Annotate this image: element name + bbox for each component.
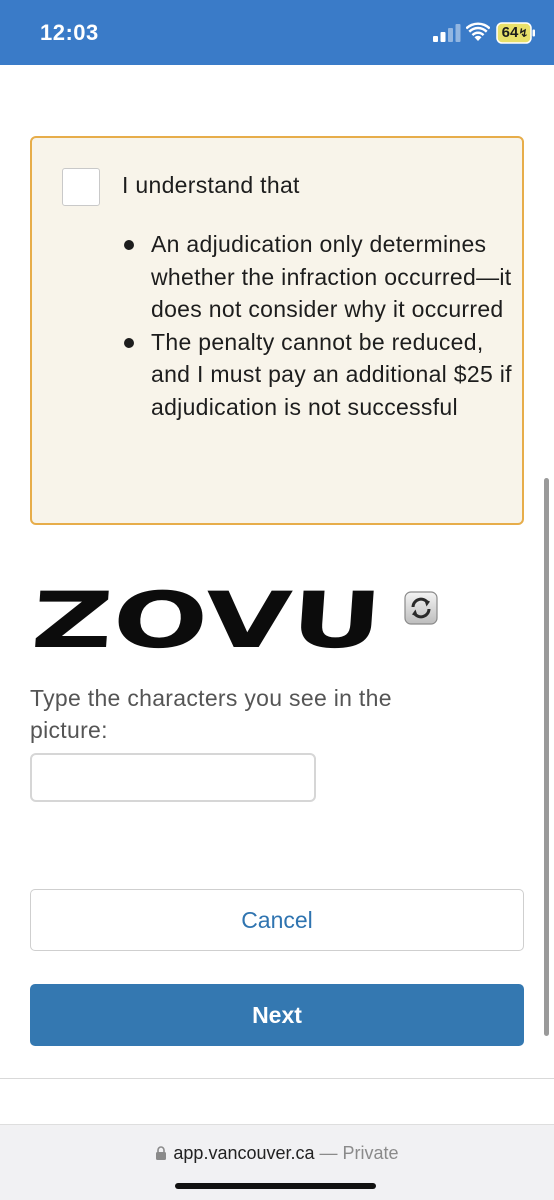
list-item-text: An adjudication only determines whether … [151,231,512,322]
refresh-icon[interactable] [404,591,438,625]
browser-url-bar[interactable]: app.vancouver.ca — Private [0,1124,554,1200]
svg-text:ZOVU: ZOVU [31,583,385,666]
captcha-image: ZOVU [31,583,399,667]
next-button[interactable]: Next [30,984,524,1046]
status-bar: 12:03 64↯ [0,0,554,65]
list-item: The penalty cannot be reduced, and I mus… [122,326,517,424]
acknowledgement-heading: I understand that [122,172,300,198]
bullet-icon [124,240,134,250]
url-row[interactable]: app.vancouver.ca — Private [0,1143,554,1164]
status-time: 12:03 [40,20,99,45]
captcha-graphic: ZOVU [31,583,399,667]
bullet-icon [124,337,134,348]
scrollbar[interactable] [544,478,549,1036]
url-text: app.vancouver.ca [173,1143,315,1163]
acknowledgement-box: I understand that An adjudication only d… [30,136,524,525]
acknowledgement-list: An adjudication only determines whether … [122,228,517,423]
battery-level: 64↯ [501,24,529,41]
cellular-signal-icon [433,24,461,42]
divider [0,1078,554,1079]
captcha-input[interactable] [30,753,316,802]
wifi-icon [466,22,490,41]
lock-icon [156,1146,167,1160]
acknowledgement-checkbox[interactable] [62,168,100,206]
url-separator: — [319,1143,338,1163]
private-label: Private [342,1143,399,1163]
cancel-button[interactable]: Cancel [30,889,524,951]
home-indicator[interactable] [175,1183,376,1189]
list-item-text: The penalty cannot be reduced, and I mus… [151,328,512,420]
captcha-label: Type the characters you see in the pictu… [30,685,392,743]
list-item: An adjudication only determines whether … [122,228,517,326]
